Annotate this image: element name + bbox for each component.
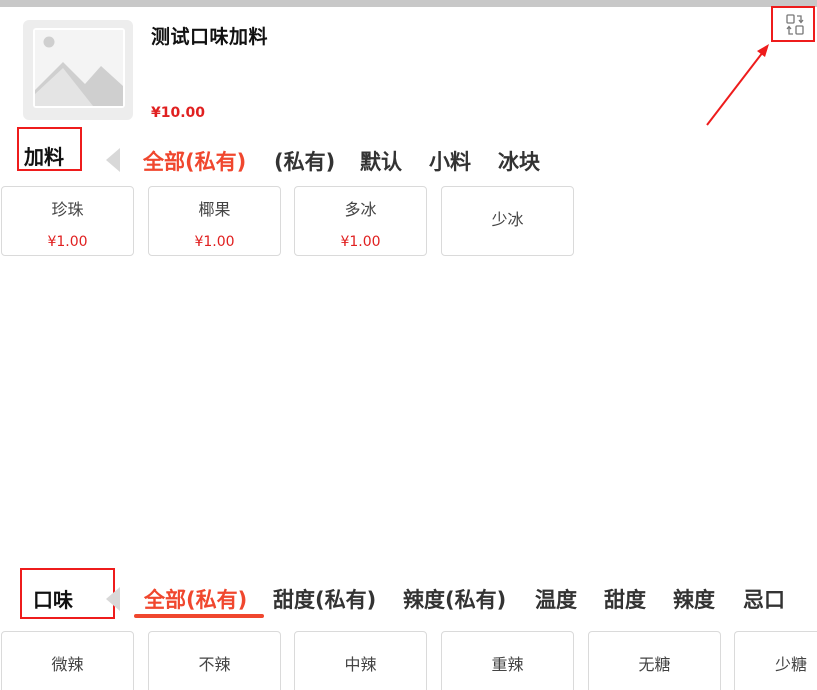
product-price: ¥10.00 bbox=[151, 105, 206, 121]
flavor-tab-spiciness[interactable]: 辣度 bbox=[673, 584, 715, 614]
top-bar bbox=[0, 0, 817, 7]
topping-option-card[interactable]: 珍珠 ¥1.00 bbox=[1, 186, 134, 256]
toppings-tab-private[interactable]: (私有) bbox=[274, 146, 335, 176]
flavor-option-card[interactable]: 不辣 bbox=[148, 631, 281, 690]
flavor-tab-spiciness-private[interactable]: 辣度(私有) bbox=[403, 584, 506, 614]
option-price: ¥1.00 bbox=[47, 234, 88, 250]
swap-icon bbox=[786, 14, 804, 35]
option-name: 不辣 bbox=[198, 655, 231, 674]
product-image bbox=[23, 20, 133, 120]
flavor-option-card[interactable]: 少糖 bbox=[734, 631, 817, 690]
option-name: 多冰 bbox=[344, 200, 377, 219]
toppings-tab-default[interactable]: 默认 bbox=[360, 146, 402, 176]
topping-option-card[interactable]: 少冰 bbox=[441, 186, 574, 256]
option-name: 重辣 bbox=[491, 655, 524, 674]
toppings-tabs: 全部(私有) (私有) 默认 小料 冰块 bbox=[0, 146, 817, 180]
option-name: 无糖 bbox=[638, 655, 671, 674]
flavor-tab-active-indicator bbox=[134, 614, 264, 618]
option-name: 少冰 bbox=[491, 210, 524, 229]
flavor-tab-sweetness[interactable]: 甜度 bbox=[604, 584, 646, 614]
flavor-tab-avoid[interactable]: 忌口 bbox=[743, 584, 785, 614]
option-name: 少糖 bbox=[775, 655, 808, 674]
flavor-tab-sweetness-private[interactable]: 甜度(私有) bbox=[273, 584, 376, 614]
topping-option-card[interactable]: 多冰 ¥1.00 bbox=[294, 186, 427, 256]
product-title: 测试口味加料 bbox=[151, 26, 269, 48]
option-name: 椰果 bbox=[198, 200, 231, 219]
option-name: 中辣 bbox=[344, 655, 377, 674]
toppings-tab-all[interactable]: 全部(私有) bbox=[143, 146, 246, 176]
flavor-option-card[interactable]: 无糖 bbox=[588, 631, 721, 690]
product-options-page: 测试口味加料 ¥10.00 加料 全部(私有) (私有) 默认 小料 冰块 珍珠… bbox=[0, 0, 817, 690]
option-price: ¥1.00 bbox=[340, 234, 381, 250]
option-price: ¥1.00 bbox=[194, 234, 235, 250]
switch-button[interactable] bbox=[771, 6, 815, 42]
flavor-tabs: 全部(私有) 甜度(私有) 辣度(私有) 温度 甜度 辣度 忌口 bbox=[0, 584, 817, 618]
toppings-tab-small[interactable]: 小料 bbox=[429, 146, 471, 176]
flavor-tab-all[interactable]: 全部(私有) bbox=[144, 584, 247, 614]
option-name: 微辣 bbox=[51, 655, 84, 674]
flavor-tab-temperature[interactable]: 温度 bbox=[535, 584, 577, 614]
topping-option-card[interactable]: 椰果 ¥1.00 bbox=[148, 186, 281, 256]
image-placeholder-icon bbox=[33, 28, 125, 108]
toppings-tab-ice[interactable]: 冰块 bbox=[498, 146, 540, 176]
option-name: 珍珠 bbox=[51, 200, 84, 219]
flavor-option-card[interactable]: 微辣 bbox=[1, 631, 134, 690]
flavor-option-card[interactable]: 重辣 bbox=[441, 631, 574, 690]
flavor-option-card[interactable]: 中辣 bbox=[294, 631, 427, 690]
